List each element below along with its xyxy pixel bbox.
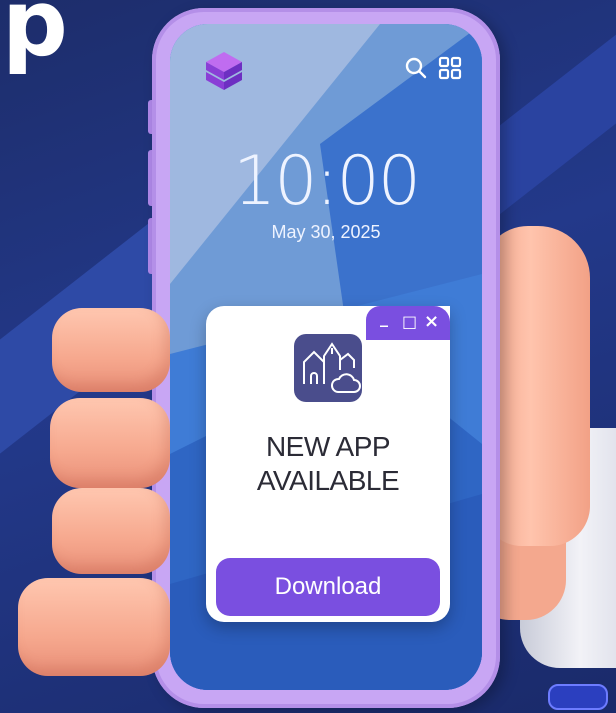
new-app-popup: NEW APP AVAILABLE Download <box>206 306 450 622</box>
hand-finger <box>52 308 170 392</box>
window-controls: _ □ × <box>366 306 450 340</box>
popup-title: NEW APP AVAILABLE <box>206 430 450 498</box>
church-cloud-icon-graphic <box>303 342 361 393</box>
hand-finger <box>18 578 170 676</box>
cuff-link <box>548 684 608 710</box>
church-cloud-icon[interactable] <box>294 334 362 402</box>
lock-screen-time: 10:00 <box>233 142 421 221</box>
grid-icon[interactable] <box>438 56 462 80</box>
app-logo-icon[interactable] <box>202 50 246 94</box>
close-button[interactable]: × <box>424 313 439 331</box>
lock-screen-date: May 30, 2025 <box>271 222 381 242</box>
minimize-button[interactable]: _ <box>380 310 388 326</box>
maximize-button[interactable]: □ <box>402 314 417 330</box>
popup-title-line-2: AVAILABLE <box>256 465 400 496</box>
hand-finger <box>52 488 170 574</box>
corner-letter: p <box>2 0 68 77</box>
download-button[interactable]: Download <box>216 558 440 616</box>
phone-screen: 10:00 May 30, 2025 NEW APP AVAILABLE Dow… <box>170 24 482 690</box>
popup-title-line-1: NEW APP <box>265 431 391 462</box>
hand-finger <box>50 398 170 488</box>
search-icon[interactable] <box>404 56 428 80</box>
